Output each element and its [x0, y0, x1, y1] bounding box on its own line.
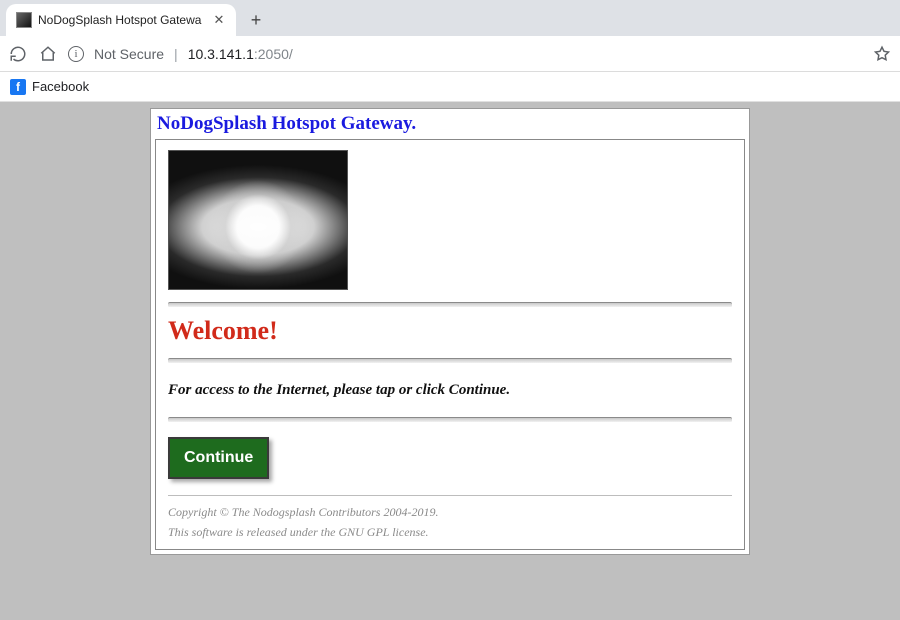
address-separator: | — [174, 46, 178, 62]
divider — [168, 417, 732, 423]
footer-divider — [168, 495, 732, 496]
splash-image — [168, 150, 348, 290]
bookmark-star-button[interactable] — [872, 44, 892, 64]
continue-wrap: Continue — [168, 431, 732, 489]
welcome-heading: Welcome! — [168, 316, 732, 346]
tab-title: NoDogSplash Hotspot Gatewa — [38, 13, 206, 27]
home-button[interactable] — [38, 44, 58, 64]
page-viewport: NoDogSplash Hotspot Gateway. Welcome! Fo… — [0, 102, 900, 620]
not-secure-label: Not Secure — [94, 46, 164, 62]
new-tab-button[interactable]: + — [242, 6, 270, 34]
page-title: NoDogSplash Hotspot Gateway. — [151, 109, 749, 139]
site-info-icon[interactable]: i — [68, 46, 84, 62]
footer: Copyright © The Nodogsplash Contributors… — [168, 502, 732, 543]
bookmark-item-facebook[interactable]: f Facebook — [10, 79, 89, 95]
bookmark-label: Facebook — [32, 79, 89, 94]
divider — [168, 302, 732, 308]
instruction-text: For access to the Internet, please tap o… — [168, 372, 732, 405]
url-field[interactable]: 10.3.141.1:2050/ — [188, 46, 293, 62]
divider — [168, 358, 732, 364]
tab-favicon — [16, 12, 32, 28]
footer-line-1: Copyright © The Nodogsplash Contributors… — [168, 502, 732, 522]
url-rest: :2050/ — [254, 46, 293, 62]
captive-portal-card: NoDogSplash Hotspot Gateway. Welcome! Fo… — [150, 108, 750, 555]
bookmarks-bar: f Facebook — [0, 72, 900, 102]
url-host: 10.3.141.1 — [188, 46, 254, 62]
close-tab-button[interactable]: ✕ — [212, 13, 226, 27]
address-bar: i Not Secure | 10.3.141.1:2050/ — [0, 36, 900, 72]
facebook-icon: f — [10, 79, 26, 95]
portal-frame: Welcome! For access to the Internet, ple… — [155, 139, 745, 550]
browser-tab[interactable]: NoDogSplash Hotspot Gatewa ✕ — [6, 4, 236, 36]
footer-line-2: This software is released under the GNU … — [168, 522, 732, 542]
tab-strip: NoDogSplash Hotspot Gatewa ✕ + — [0, 0, 900, 36]
reload-button[interactable] — [8, 44, 28, 64]
continue-button[interactable]: Continue — [168, 437, 269, 479]
